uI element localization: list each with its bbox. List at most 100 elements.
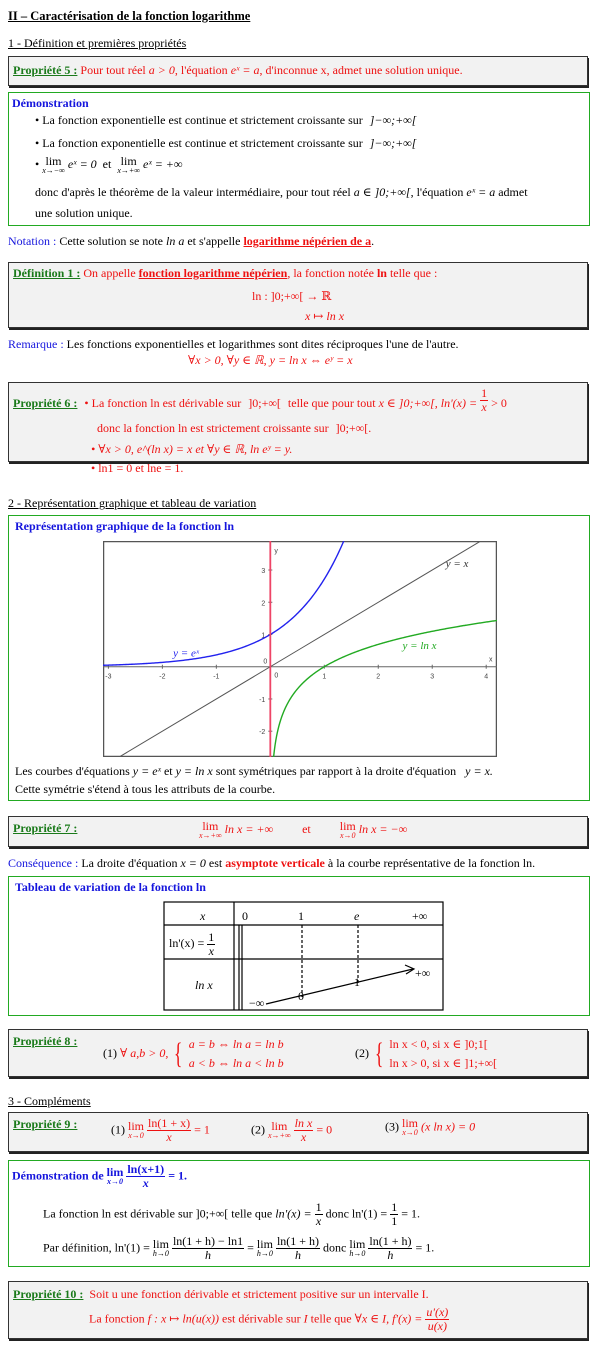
table-variation-value: 0 <box>298 989 304 1003</box>
lim-subscript: h→0 <box>152 1249 169 1259</box>
sign-line: ln x > 0, si x ∈ ]1;+∞[ <box>389 1055 498 1070</box>
bullet-text: La fonction exponentielle est continue e… <box>42 113 363 127</box>
text: telle que <box>310 1311 352 1326</box>
text: et s'appelle <box>187 234 241 248</box>
x-tick-label: 2 <box>376 674 380 681</box>
limit-expression: lim x→0 <box>107 1166 124 1186</box>
property-10-line-2: La fonction f : x ↦ ln(u(x)) est dérivab… <box>89 1306 450 1332</box>
denominator: h <box>387 1247 394 1262</box>
denominator: h <box>205 1247 212 1262</box>
fraction: u'(x) u(x) <box>425 1306 450 1332</box>
x-tick-label: 1 <box>322 674 326 681</box>
demonstration-bullet: • La fonction exponentielle est continue… <box>35 136 417 150</box>
property-6-label: Propriété 6 : <box>13 395 78 410</box>
x-tick-label: 4 <box>484 674 488 681</box>
text: est dérivable sur <box>222 1311 301 1326</box>
y-tick-label: 3 <box>261 568 265 575</box>
text: ln <box>376 266 387 280</box>
notation-label: Notation : <box>8 234 57 248</box>
denominator: x <box>481 399 487 414</box>
property-6-line: donc la fonction ln est strictement croi… <box>97 421 371 436</box>
result: = 1. <box>415 1240 435 1255</box>
property-9-label: Propriété 9 : <box>13 1117 78 1131</box>
property-6-line: • ln1 = 0 et lne = 1. <box>91 461 184 475</box>
y-tick-label: -2 <box>259 729 265 736</box>
x-tick-label: 3 <box>430 674 434 681</box>
consequence-line: Conséquence : La droite d'équation x = 0… <box>8 856 535 871</box>
item-number: (2) <box>355 1046 369 1061</box>
section-heading-3: 3 - Compléments <box>8 1094 91 1108</box>
remark-label: Remarque : <box>8 337 64 351</box>
property-8-part-2: (2) { ln x < 0, si x ∈ ]0;1[ ln x > 0, si… <box>355 1035 497 1072</box>
text: Soit u une fonction dérivable et stricte… <box>89 1287 429 1301</box>
property-10-label: Propriété 10 : <box>13 1287 84 1301</box>
text: , la fonction notée <box>287 266 374 280</box>
result: = 1. <box>168 1168 188 1183</box>
text: et <box>163 764 173 778</box>
property-7-label: Propriété 7 : <box>13 821 78 835</box>
graph-caption: Les courbes d'équations y = eˣ et y = ln… <box>15 764 493 779</box>
fraction: 1x <box>314 1200 323 1228</box>
limit-expression: lim x→0 <box>340 820 356 840</box>
math: y = ln x <box>175 764 213 778</box>
series-label-exp: y = eˣ <box>172 647 200 659</box>
math: ln'(1) = <box>351 1206 388 1221</box>
property-9-box: Propriété 9 : (1) lim x→0 ln(1 + x) x = 1 … <box>8 1112 588 1152</box>
series-label-ln: y = ln x <box>402 640 437 652</box>
y-axis-label: y <box>274 548 278 555</box>
denominator: h <box>294 1247 301 1262</box>
sign-line: ln x < 0, si x ∈ ]0;1[ <box>389 1037 488 1051</box>
demonstration-conclusion: donc d'après le théorème de la valeur in… <box>35 185 528 200</box>
property-8-label: Propriété 8 : <box>13 1034 78 1048</box>
lim-subscript: x→0 <box>128 1131 144 1141</box>
text: Cette solution se note <box>59 234 163 248</box>
property-6-line: • ∀x > 0, e^(ln x) = x et ∀y ∈ ℝ, ln eʸ … <box>91 442 293 456</box>
demonstration-bullet: • La fonction exponentielle est continue… <box>35 113 417 127</box>
property-9-item-3: (3) lim x→0 (x ln x) = 0 <box>385 1117 475 1137</box>
graph-title: Représentation graphique de la fonction … <box>15 519 235 533</box>
lim-subscript: x→+∞ <box>268 1131 291 1141</box>
numerator: 1 <box>480 386 489 401</box>
math: ln'(x) = <box>275 1206 312 1221</box>
interval: ]0;+∞[ <box>248 395 281 410</box>
brace-icon: { <box>374 1037 384 1071</box>
math: x ∈ ]0;+∞[, ln'(x) = <box>378 395 478 410</box>
quantifier: ∀ a,b > 0, <box>120 1046 169 1061</box>
lim-subscript: x→0 <box>339 831 356 840</box>
math: x = 0 <box>180 856 206 870</box>
math: y = eˣ <box>132 764 161 778</box>
limit-expression: lim x→−∞ <box>42 155 65 175</box>
interval: ]0;+∞[. <box>335 421 372 435</box>
result: = 1. <box>401 1206 420 1221</box>
property-8-box: Propriété 8 : (1) ∀ a,b > 0, { a = b ⇔ l… <box>8 1029 588 1077</box>
table-header-derivative: ln'(x) = 1x <box>169 931 216 958</box>
lim-subscript: h→0 <box>256 1249 273 1259</box>
fraction: ln(1 + h) h <box>368 1235 413 1262</box>
text: donc <box>325 1206 349 1221</box>
y-tick-label: -1 <box>259 697 265 704</box>
result: = 0 <box>316 1122 333 1137</box>
demonstration-conclusion-end: une solution unique. <box>35 206 133 220</box>
table-x-value: e <box>354 909 360 923</box>
table-variation-value: 1 <box>354 975 360 989</box>
property-7-box: Propriété 7 : lim x→+∞ ln x = +∞ et lim x→… <box>8 816 588 847</box>
fraction: ln(1 + x) x <box>147 1117 192 1143</box>
definition-1-box: Définition 1 : On appelle fonction logar… <box>8 262 588 328</box>
numerator: ln x <box>293 1116 314 1131</box>
graph-box: Représentation graphique de la fonction … <box>8 515 590 801</box>
numerator: 1 <box>390 1200 399 1215</box>
demonstration-2-line-1: La fonction ln est dérivable sur ]0;+∞[ … <box>43 1201 420 1227</box>
numerator: 1 <box>314 1200 323 1215</box>
property-5-text: Pour tout réel <box>80 63 146 77</box>
highlight-term: fonction logarithme népérien <box>138 266 288 280</box>
text: La fonction <box>89 1311 145 1326</box>
fraction: ln(1 + h) − ln1 h <box>171 1235 245 1262</box>
conjunction: et <box>102 156 112 171</box>
equivalence-system: a = b ⇔ ln a = ln b a < b ⇔ ln a < ln b <box>189 1035 284 1072</box>
text: On appelle <box>83 266 136 280</box>
fraction: 1x <box>480 386 489 414</box>
denominator: x <box>208 943 214 958</box>
definition-mapping: x ↦ ln x <box>305 309 345 323</box>
text: telle que pour tout <box>287 395 376 410</box>
denominator: x <box>315 1213 322 1228</box>
